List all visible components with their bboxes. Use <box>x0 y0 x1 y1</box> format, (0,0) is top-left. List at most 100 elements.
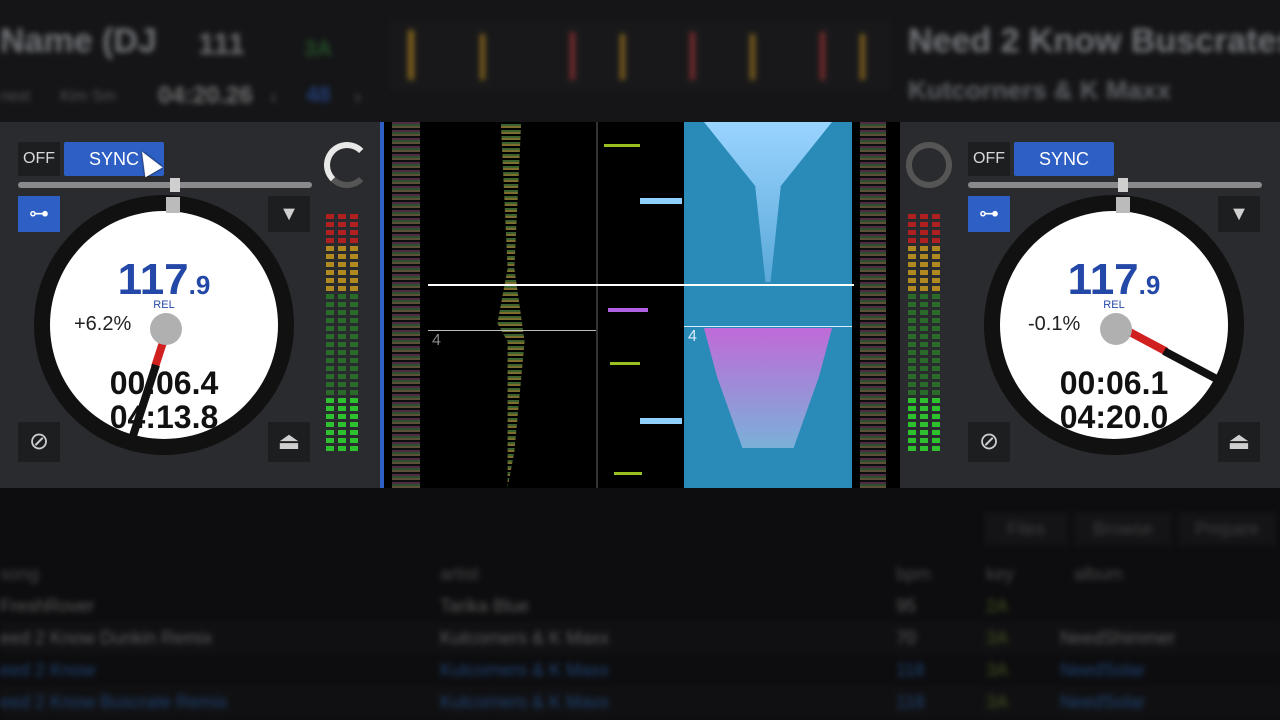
vu-segment <box>932 286 940 291</box>
vu-segment <box>908 262 916 267</box>
vu-segment <box>326 230 334 235</box>
table-row[interactable]: FreshRover Tarika Blue 95 2A <box>0 590 1280 622</box>
column-artist[interactable]: artist <box>440 564 479 585</box>
right-pitch-percent: -0.1% <box>1028 313 1081 335</box>
right-sync-off-button[interactable]: OFF <box>968 142 1010 176</box>
vu-segment <box>920 406 928 411</box>
vu-segment <box>908 358 916 363</box>
right-gain-knob[interactable] <box>906 142 952 188</box>
vu-segment <box>932 214 940 219</box>
right-pitch-handle[interactable] <box>1118 178 1128 192</box>
vu-segment <box>338 222 346 227</box>
vu-segment <box>908 366 916 371</box>
library-tab-prepare[interactable]: Prepare <box>1178 512 1276 546</box>
vu-segment <box>338 358 346 363</box>
vu-segment <box>338 278 346 283</box>
playhead-line <box>428 284 854 286</box>
row-key: 3A <box>986 660 1009 680</box>
right-menu-icon[interactable]: ▼ <box>1218 196 1260 232</box>
vu-segment <box>920 294 928 299</box>
vu-segment <box>338 398 346 403</box>
vu-segment <box>932 406 940 411</box>
column-album[interactable]: album <box>1074 564 1123 585</box>
left-overview-wave <box>392 122 420 488</box>
row-bpm: 118 <box>896 692 925 712</box>
vu-segment <box>326 294 334 299</box>
row-key: 3A <box>986 692 1009 712</box>
vu-segment <box>326 390 334 395</box>
overview-strip <box>390 20 890 90</box>
vu-segment <box>350 302 358 307</box>
vu-segment <box>932 230 940 235</box>
table-row[interactable]: eed 2 Know Kutcorners & K Maxx 118 3A Ne… <box>0 654 1280 686</box>
vu-segment <box>932 254 940 259</box>
right-track-title: Need 2 Know Buscrates <box>908 22 1280 60</box>
vu-segment <box>932 238 940 243</box>
vu-segment <box>350 270 358 275</box>
waveform-area[interactable]: 4 4 <box>384 122 900 488</box>
vu-segment <box>908 278 916 283</box>
vu-segment <box>326 366 334 371</box>
vu-segment <box>338 334 346 339</box>
column-song[interactable]: song <box>0 564 39 585</box>
vu-segment <box>338 230 346 235</box>
vu-segment <box>350 318 358 323</box>
vu-segment <box>908 286 916 291</box>
table-row[interactable]: eed 2 Know Buscrate Remix Kutcorners & K… <box>0 686 1280 718</box>
right-rel-label: REL <box>1103 299 1125 311</box>
left-bpm-fraction: .9 <box>188 270 211 300</box>
right-sync-button[interactable]: SYNC <box>1014 142 1114 176</box>
vu-segment <box>350 366 358 371</box>
vu-segment <box>920 366 928 371</box>
row-bpm: 118 <box>896 660 925 680</box>
vu-segment <box>326 238 334 243</box>
row-artist: Kutcorners & K Maxx <box>440 692 610 712</box>
vu-segment <box>326 422 334 427</box>
vu-segment <box>932 350 940 355</box>
left-menu-icon[interactable]: ▼ <box>268 196 310 232</box>
vu-segment <box>338 382 346 387</box>
left-next-icon[interactable]: › <box>354 84 361 110</box>
vu-segment <box>920 278 928 283</box>
left-pitch-handle[interactable] <box>170 178 180 192</box>
left-loop-icon[interactable]: ⊶ <box>18 196 60 232</box>
column-key[interactable]: key <box>986 564 1014 585</box>
left-gain-knob[interactable] <box>324 142 370 188</box>
vu-segment <box>350 294 358 299</box>
left-deck: OFF SYNC ⊶ ▼ ⊘ ⏏ 117.9 REL +6.2% 00:06.4… <box>0 122 380 488</box>
vu-segment <box>908 222 916 227</box>
left-platter[interactable]: 117.9 REL +6.2% 00:06.4 04:13.8 <box>34 195 294 455</box>
vu-segment <box>350 342 358 347</box>
left-prev-icon[interactable]: ‹ <box>270 84 277 110</box>
vu-segment <box>920 438 928 443</box>
vu-segment <box>920 318 928 323</box>
library-tab-files[interactable]: Files <box>984 512 1068 546</box>
vu-segment <box>920 398 928 403</box>
left-track-title: Name (DJ <box>0 22 157 60</box>
vu-segment <box>350 398 358 403</box>
vu-segment <box>350 438 358 443</box>
left-sync-off-button[interactable]: OFF <box>18 142 60 176</box>
right-platter[interactable]: 117.9 REL -0.1% 00:06.1 04:20.0 <box>984 195 1244 455</box>
vu-segment <box>920 286 928 291</box>
vu-segment <box>326 310 334 315</box>
vu-segment <box>920 414 928 419</box>
row-album: NeedShimmer <box>1060 628 1176 648</box>
vu-segment <box>920 254 928 259</box>
vu-segment <box>932 374 940 379</box>
overview-tick <box>480 34 485 80</box>
table-row[interactable]: eed 2 Know Dunkin Remix Kutcorners & K M… <box>0 622 1280 654</box>
vu-segment <box>920 310 928 315</box>
row-artist: Kutcorners & K Maxx <box>440 660 610 680</box>
library-tab-browse[interactable]: Browse <box>1074 512 1172 546</box>
vu-segment <box>338 254 346 259</box>
right-loop-icon[interactable]: ⊶ <box>968 196 1010 232</box>
right-pitch-slider[interactable] <box>968 182 1262 188</box>
column-bpm[interactable]: bpm <box>896 564 931 585</box>
vu-segment <box>908 342 916 347</box>
vu-segment <box>350 230 358 235</box>
left-pitch-slider[interactable] <box>18 182 312 188</box>
vu-segment <box>350 358 358 363</box>
row-artist: Kutcorners & K Maxx <box>440 628 610 648</box>
left-track-info: Name (DJ <box>0 22 157 61</box>
